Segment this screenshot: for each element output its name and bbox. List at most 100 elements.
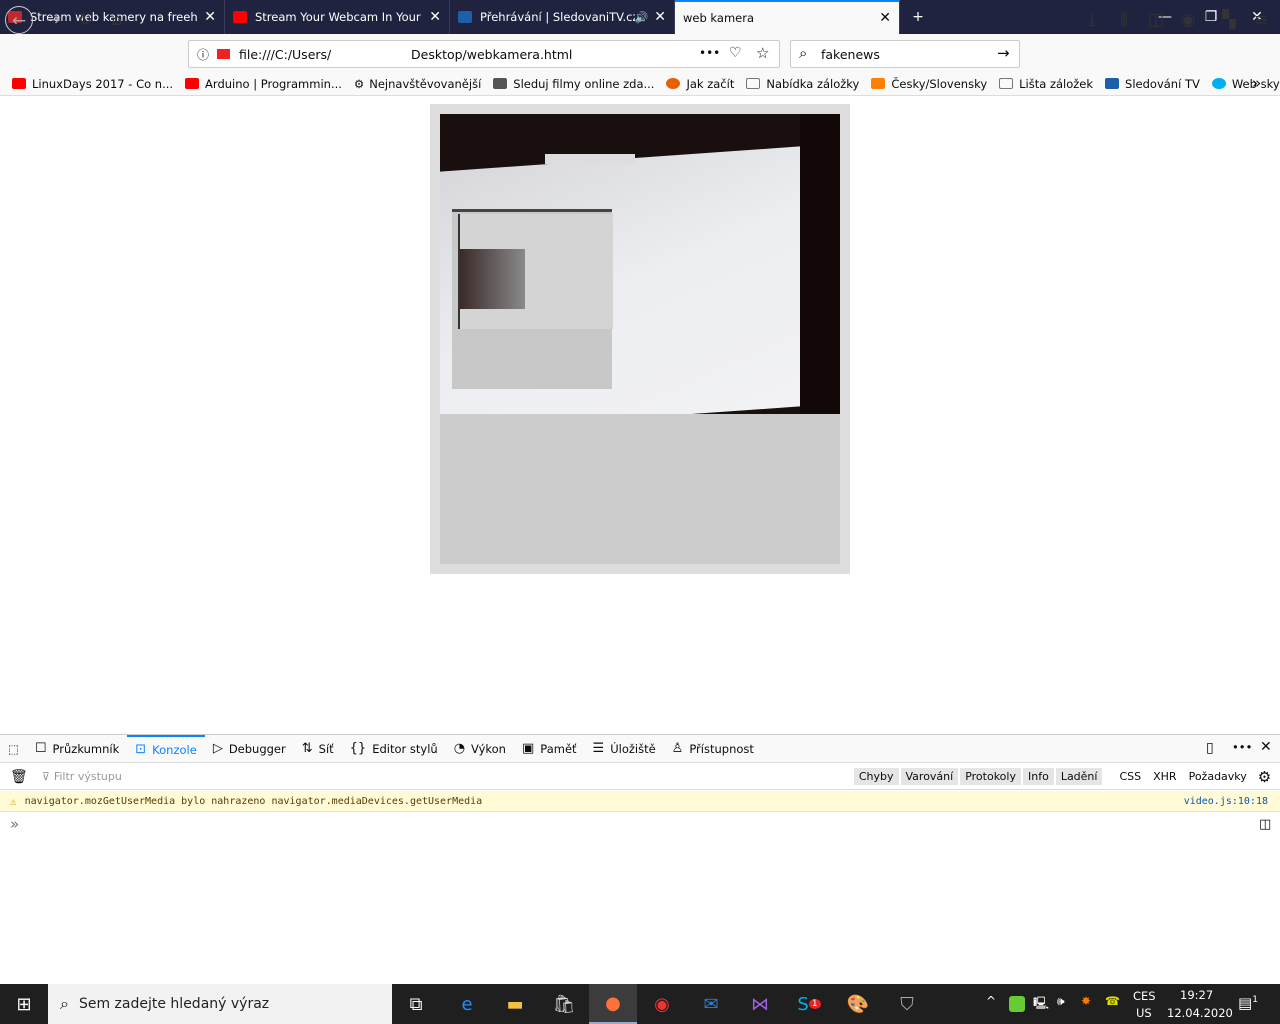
bookmark-jak-zacit[interactable]: Jak začít [666, 77, 734, 91]
bookmark-folder-nabidka[interactable]: Nabídka záložky [746, 77, 859, 91]
filter-css[interactable]: CSS [1114, 768, 1146, 785]
tab-sledovanitv[interactable]: Přehrávání | SledovaniTV.cz 🔊 ✕ [450, 0, 675, 34]
bookmark-sledovani-tv[interactable]: Sledování TV [1105, 77, 1200, 91]
console-prompt-icon[interactable]: » [10, 815, 19, 833]
filter-xhr[interactable]: XHR [1148, 768, 1181, 785]
downloads-icon[interactable]: ⤓ [1078, 6, 1106, 34]
chrome-icon[interactable]: ◉ [638, 984, 686, 1024]
taskbar-search[interactable]: ⌕ Sem zadejte hledaný výraz [48, 984, 392, 1024]
home-button[interactable]: ⌂ [103, 6, 131, 34]
bookmark-cesky-slovensky[interactable]: Česky/Slovensky [871, 77, 987, 91]
bookmark-folder-lista[interactable]: Lišta záložek [999, 77, 1093, 91]
sidebar-icon[interactable]: ◫ [1142, 6, 1170, 34]
forward-button[interactable]: → [39, 6, 67, 34]
filter-logs[interactable]: Protokoly [960, 768, 1021, 785]
skype-taskbar-icon[interactable]: S1 [785, 984, 833, 1024]
tab-storage[interactable]: ☰ Úložiště [585, 735, 664, 763]
close-tab-icon[interactable]: ✕ [879, 10, 891, 26]
mail-icon[interactable]: ✉ [687, 984, 735, 1024]
folder-icon [746, 78, 761, 89]
tray-chevron-icon[interactable]: ^ [986, 994, 996, 1008]
url-bar[interactable]: ⓘ file:///C:/Users/ Desktop/webkamera.ht… [188, 40, 780, 68]
tab-style-editor[interactable]: {} Editor stylů [342, 735, 446, 763]
page-actions-icon[interactable]: ••• [699, 46, 720, 60]
firefox-taskbar-icon[interactable]: ● [589, 984, 637, 1024]
store-icon[interactable]: 🛍 [540, 984, 588, 1024]
clock-time[interactable]: 19:27 [1180, 988, 1213, 1002]
antivirus-tray-icon[interactable] [1009, 996, 1025, 1012]
bookmark-web-skype[interactable]: Web skype [1211, 77, 1280, 91]
filter-debug[interactable]: Ladění [1055, 768, 1103, 785]
info-icon[interactable]: ⓘ [197, 46, 209, 63]
task-view-icon[interactable]: ⧉ [392, 984, 440, 1024]
notifications-icon[interactable]: ▤1 [1238, 994, 1258, 1012]
source-link[interactable]: video.js:10:18 [1184, 796, 1268, 807]
windows-start-icon[interactable]: ⊞ [0, 984, 48, 1024]
tv-icon [458, 11, 472, 23]
clock-date[interactable]: 12.04.2020 [1167, 1006, 1233, 1020]
phone-tray-icon[interactable]: ☎ [1105, 994, 1120, 1008]
close-tab-icon[interactable]: ✕ [204, 9, 216, 25]
tab-performance[interactable]: ◔ Výkon [446, 735, 514, 763]
tab-debugger[interactable]: ▷ Debugger [205, 735, 294, 763]
tab-console[interactable]: ⊡ Konzole [127, 734, 205, 763]
back-button[interactable]: ← [5, 6, 33, 34]
close-devtools-icon[interactable]: ✕ [1260, 739, 1272, 755]
settings-gear-icon[interactable]: ⚙ [1258, 768, 1271, 786]
camera-icon[interactable] [217, 49, 230, 59]
accessibility-icon: ♙ [671, 741, 684, 756]
bookmark-most-visited[interactable]: ⚙ Nejnavštěvovanější [354, 77, 481, 91]
element-picker-icon[interactable]: ⬚ [0, 735, 27, 763]
paint-icon[interactable]: 🎨 [834, 984, 882, 1024]
bookmark-star-icon[interactable]: ☆ [756, 44, 769, 62]
filter-requests[interactable]: Požadavky [1184, 768, 1252, 785]
film-icon [493, 78, 508, 89]
file-explorer-icon[interactable]: ▬ [491, 984, 539, 1024]
tab-memory[interactable]: ▣ Paměť [514, 735, 585, 763]
edge-icon[interactable]: e [443, 984, 491, 1024]
dock-icon[interactable]: ▯ [1206, 740, 1214, 756]
close-tab-icon[interactable]: ✕ [654, 9, 666, 25]
audio-icon[interactable]: 🔊 [635, 11, 649, 24]
filter-errors[interactable]: Chyby [853, 768, 899, 785]
tab-web-kamera[interactable]: web kamera ✕ [675, 0, 900, 34]
console-filter-bar: 🗑 ⊽ Filtr výstupu Chyby Varování Protoko… [0, 764, 1280, 790]
search-icon: ⌕ [60, 994, 69, 1013]
bookmark-arduino[interactable]: Arduino | Programmin... [185, 77, 342, 91]
tab-youtube[interactable]: Stream Your Webcam In Your B ✕ [225, 0, 450, 34]
console-icon: ⊡ [135, 742, 147, 757]
avast-tray-icon[interactable]: ✸ [1081, 994, 1091, 1008]
go-arrow-icon[interactable]: → [997, 44, 1010, 62]
tab-inspector[interactable]: ☐ Průzkumník [27, 735, 127, 763]
bookmark-sleduj-filmy[interactable]: Sleduj filmy online zda... [493, 77, 654, 91]
visual-studio-icon[interactable]: ⋈ [736, 984, 784, 1024]
volume-tray-icon[interactable]: 🕪 [1057, 994, 1065, 1009]
pocket-icon[interactable]: ♡ [729, 45, 742, 61]
search-box[interactable]: ⌕ fakenews → [790, 40, 1020, 68]
language-indicator[interactable]: CES [1133, 989, 1156, 1003]
filter-info[interactable]: Info [1022, 768, 1054, 785]
more-bookmarks-icon[interactable]: » [1252, 74, 1261, 92]
more-options-icon[interactable]: ••• [1232, 740, 1252, 754]
youtube-icon [185, 78, 200, 89]
extensions-icon[interactable]: ▚ [1215, 6, 1243, 34]
storage-icon: ☰ [592, 741, 605, 756]
split-console-icon[interactable]: ◫ [1259, 817, 1271, 832]
tab-network[interactable]: ⇅ Síť [294, 735, 342, 763]
trash-icon[interactable]: 🗑 [10, 769, 28, 785]
folder-icon [999, 78, 1014, 89]
bookmarks-toolbar: LinuxDays 2017 - Co n... Arduino | Progr… [0, 72, 1280, 96]
new-tab-button[interactable]: + [895, 0, 941, 34]
bookmark-linuxdays[interactable]: LinuxDays 2017 - Co n... [12, 77, 173, 91]
menu-icon[interactable]: ≡ [1247, 6, 1275, 34]
reload-button[interactable]: ↻ [71, 6, 99, 34]
filter-warnings[interactable]: Varování [900, 768, 959, 785]
library-icon[interactable]: ⫼ [1110, 6, 1138, 34]
security-app-icon[interactable]: ⛉ [883, 984, 931, 1024]
tab-accessibility[interactable]: ♙ Přístupnost [664, 735, 762, 763]
network-icon: ⇅ [301, 741, 313, 756]
account-icon[interactable]: ◉ [1174, 6, 1202, 34]
close-tab-icon[interactable]: ✕ [429, 9, 441, 25]
filter-input[interactable]: Filtr výstupu [54, 770, 854, 783]
network-tray-icon[interactable]: 🖳 [1033, 994, 1049, 1015]
